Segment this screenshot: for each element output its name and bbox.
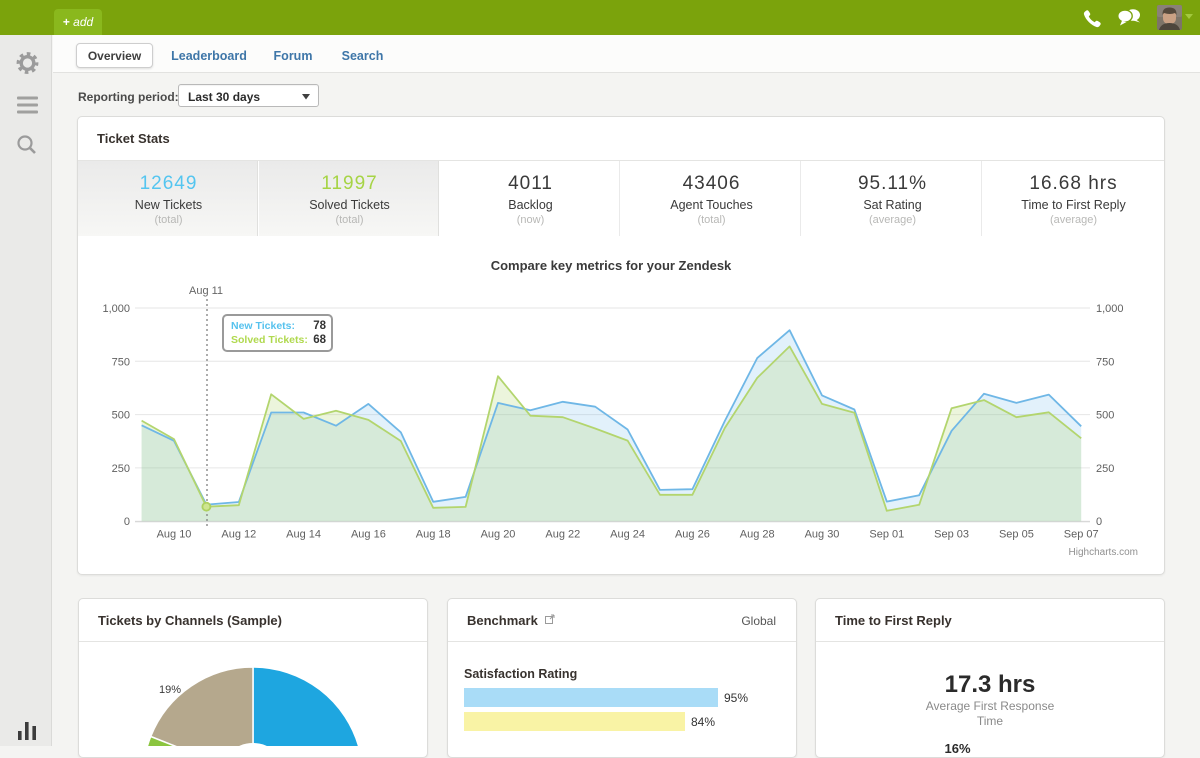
svg-text:Aug 22: Aug 22 <box>545 529 580 541</box>
svg-text:Aug 16: Aug 16 <box>351 529 386 541</box>
svg-text:Highcharts.com: Highcharts.com <box>1069 547 1138 558</box>
svg-text:Aug 12: Aug 12 <box>221 529 256 541</box>
svg-text:0: 0 <box>124 516 130 528</box>
svg-text:Aug 14: Aug 14 <box>286 529 321 541</box>
svg-text:Compare key metrics for your Z: Compare key metrics for your Zendesk <box>491 258 732 273</box>
svg-text:250: 250 <box>1096 463 1114 475</box>
svg-text:Aug 30: Aug 30 <box>805 529 840 541</box>
svg-text:Aug 18: Aug 18 <box>416 529 451 541</box>
svg-text:Sep 05: Sep 05 <box>999 529 1034 541</box>
svg-text:Aug 20: Aug 20 <box>481 529 516 541</box>
svg-text:Sep 03: Sep 03 <box>934 529 969 541</box>
svg-text:Aug 10: Aug 10 <box>157 529 192 541</box>
svg-text:Aug 26: Aug 26 <box>675 529 710 541</box>
svg-text:500: 500 <box>112 410 130 422</box>
svg-text:0: 0 <box>1096 516 1102 528</box>
svg-text:250: 250 <box>112 463 130 475</box>
svg-text:750: 750 <box>1096 356 1114 368</box>
svg-text:Aug 11: Aug 11 <box>189 285 223 297</box>
svg-text:Aug 24: Aug 24 <box>610 529 645 541</box>
svg-text:19%: 19% <box>159 684 181 696</box>
svg-text:500: 500 <box>1096 410 1114 422</box>
svg-text:1,000: 1,000 <box>102 303 130 315</box>
svg-text:Sep 01: Sep 01 <box>869 529 904 541</box>
svg-text:750: 750 <box>112 356 130 368</box>
svg-text:Aug 28: Aug 28 <box>740 529 775 541</box>
svg-text:1,000: 1,000 <box>1096 303 1124 315</box>
svg-text:Sep 07: Sep 07 <box>1064 529 1099 541</box>
